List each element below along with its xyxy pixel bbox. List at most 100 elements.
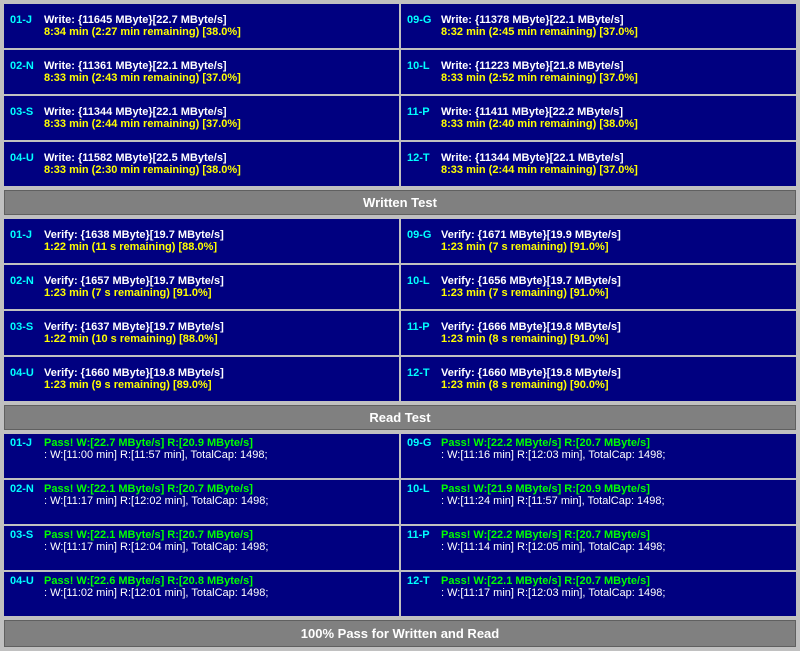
card-04u-pass: 04-U Pass! W:[22.6 MByte/s] R:[20.8 MByt… [4, 572, 399, 616]
pass-04u-line1: Pass! W:[22.6 MByte/s] R:[20.8 MByte/s] [44, 575, 253, 587]
card-03s-verify: 03-S Verify: {1637 MByte}[19.7 MByte/s] … [4, 311, 399, 355]
write-12t-line1: Write: {11344 MByte}[22.1 MByte/s] [441, 152, 624, 164]
card-10l-write: 10-L Write: {11223 MByte}[21.8 MByte/s] … [401, 50, 796, 94]
card-02n-pass: 02-N Pass! W:[22.1 MByte/s] R:[20.7 MByt… [4, 480, 399, 524]
verify-11p-line1: Verify: {1666 MByte}[19.8 MByte/s] [441, 321, 621, 333]
label-04u-p: 04-U [10, 575, 38, 587]
card-09g-write: 09-G Write: {11378 MByte}[22.1 MByte/s] … [401, 4, 796, 48]
card-11p-write: 11-P Write: {11411 MByte}[22.2 MByte/s] … [401, 96, 796, 140]
write-11p-line2: 8:33 min (2:40 min remaining) [38.0%] [441, 118, 790, 130]
card-03s-pass: 03-S Pass! W:[22.1 MByte/s] R:[20.7 MByt… [4, 526, 399, 570]
card-11p-pass: 11-P Pass! W:[22.2 MByte/s] R:[20.7 MByt… [401, 526, 796, 570]
pass-12t-line2: : W:[11:17 min] R:[12:03 min], TotalCap:… [441, 587, 790, 599]
write-04u-line2: 8:33 min (2:30 min remaining) [38.0%] [44, 164, 393, 176]
verify-11p-line2: 1:23 min (8 s remaining) [91.0%] [441, 333, 790, 345]
verify-09g-line2: 1:23 min (7 s remaining) [91.0%] [441, 241, 790, 253]
label-01j-p: 01-J [10, 437, 38, 449]
label-09g-p: 09-G [407, 437, 435, 449]
card-01j-verify: 01-J Verify: {1638 MByte}[19.7 MByte/s] … [4, 219, 399, 263]
read-test-header: Read Test [4, 405, 796, 430]
label-12t-v: 12-T [407, 367, 435, 379]
write-09g-line2: 8:32 min (2:45 min remaining) [37.0%] [441, 26, 790, 38]
card-01j-write: 01-J Write: {11645 MByte}[22.7 MByte/s] … [4, 4, 399, 48]
label-12t: 12-T [407, 152, 435, 164]
label-02n-p: 02-N [10, 483, 38, 495]
verify-04u-line2: 1:23 min (9 s remaining) [89.0%] [44, 379, 393, 391]
verify-10l-line1: Verify: {1656 MByte}[19.7 MByte/s] [441, 275, 621, 287]
verify-04u-line1: Verify: {1660 MByte}[19.8 MByte/s] [44, 367, 224, 379]
write-11p-line1: Write: {11411 MByte}[22.2 MByte/s] [441, 106, 623, 118]
verify-03s-line2: 1:22 min (10 s remaining) [88.0%] [44, 333, 393, 345]
label-11p-p: 11-P [407, 529, 435, 541]
write-10l-line1: Write: {11223 MByte}[21.8 MByte/s] [441, 60, 624, 72]
card-12t-verify: 12-T Verify: {1660 MByte}[19.8 MByte/s] … [401, 357, 796, 401]
verify-01j-line2: 1:22 min (11 s remaining) [88.0%] [44, 241, 393, 253]
card-09g-verify: 09-G Verify: {1671 MByte}[19.9 MByte/s] … [401, 219, 796, 263]
pass-04u-line2: : W:[11:02 min] R:[12:01 min], TotalCap:… [44, 587, 393, 599]
card-12t-pass: 12-T Pass! W:[22.1 MByte/s] R:[20.7 MByt… [401, 572, 796, 616]
pass-11p-line2: : W:[11:14 min] R:[12:05 min], TotalCap:… [441, 541, 790, 553]
pass-01j-line1: Pass! W:[22.7 MByte/s] R:[20.9 MByte/s] [44, 437, 253, 449]
write-02n-line1: Write: {11361 MByte}[22.1 MByte/s] [44, 60, 227, 72]
card-10l-verify: 10-L Verify: {1656 MByte}[19.7 MByte/s] … [401, 265, 796, 309]
verify-section-grid: 01-J Verify: {1638 MByte}[19.7 MByte/s] … [4, 219, 796, 401]
write-04u-line1: Write: {11582 MByte}[22.5 MByte/s] [44, 152, 227, 164]
verify-12t-line2: 1:23 min (8 s remaining) [90.0%] [441, 379, 790, 391]
pass-11p-line1: Pass! W:[22.2 MByte/s] R:[20.7 MByte/s] [441, 529, 650, 541]
verify-12t-line1: Verify: {1660 MByte}[19.8 MByte/s] [441, 367, 621, 379]
label-03s-p: 03-S [10, 529, 38, 541]
pass-10l-line1: Pass! W:[21.9 MByte/s] R:[20.9 MByte/s] [441, 483, 650, 495]
pass-03s-line2: : W:[11:17 min] R:[12:04 min], TotalCap:… [44, 541, 393, 553]
card-02n-verify: 02-N Verify: {1657 MByte}[19.7 MByte/s] … [4, 265, 399, 309]
card-11p-verify: 11-P Verify: {1666 MByte}[19.8 MByte/s] … [401, 311, 796, 355]
card-03s-write: 03-S Write: {11344 MByte}[22.1 MByte/s] … [4, 96, 399, 140]
card-10l-pass: 10-L Pass! W:[21.9 MByte/s] R:[20.9 MByt… [401, 480, 796, 524]
verify-02n-line1: Verify: {1657 MByte}[19.7 MByte/s] [44, 275, 224, 287]
verify-02n-line2: 1:23 min (7 s remaining) [91.0%] [44, 287, 393, 299]
label-12t-p: 12-T [407, 575, 435, 587]
written-test-header: Written Test [4, 190, 796, 215]
pass-09g-line2: : W:[11:16 min] R:[12:03 min], TotalCap:… [441, 449, 790, 461]
write-03s-line1: Write: {11344 MByte}[22.1 MByte/s] [44, 106, 227, 118]
card-09g-pass: 09-G Pass! W:[22.2 MByte/s] R:[20.7 MByt… [401, 434, 796, 478]
label-11p-v: 11-P [407, 321, 435, 333]
read-section-grid: 01-J Pass! W:[22.7 MByte/s] R:[20.9 MByt… [4, 434, 796, 616]
write-section-grid: 01-J Write: {11645 MByte}[22.7 MByte/s] … [4, 4, 796, 186]
verify-01j-line1: Verify: {1638 MByte}[19.7 MByte/s] [44, 229, 224, 241]
label-02n: 02-N [10, 60, 38, 72]
label-10l-v: 10-L [407, 275, 435, 287]
label-11p: 11-P [407, 106, 435, 118]
pass-02n-line2: : W:[11:17 min] R:[12:02 min], TotalCap:… [44, 495, 393, 507]
label-09g: 09-G [407, 14, 435, 26]
write-09g-line1: Write: {11378 MByte}[22.1 MByte/s] [441, 14, 624, 26]
label-04u-v: 04-U [10, 367, 38, 379]
label-03s: 03-S [10, 106, 38, 118]
label-03s-v: 03-S [10, 321, 38, 333]
write-02n-line2: 8:33 min (2:43 min remaining) [37.0%] [44, 72, 393, 84]
card-04u-write: 04-U Write: {11582 MByte}[22.5 MByte/s] … [4, 142, 399, 186]
pass-09g-line1: Pass! W:[22.2 MByte/s] R:[20.7 MByte/s] [441, 437, 650, 449]
pass-03s-line1: Pass! W:[22.1 MByte/s] R:[20.7 MByte/s] [44, 529, 253, 541]
pass-10l-line2: : W:[11:24 min] R:[11:57 min], TotalCap:… [441, 495, 790, 507]
write-10l-line2: 8:33 min (2:52 min remaining) [37.0%] [441, 72, 790, 84]
write-01j-line1: Write: {11645 MByte}[22.7 MByte/s] [44, 14, 227, 26]
pass-01j-line2: : W:[11:00 min] R:[11:57 min], TotalCap:… [44, 449, 393, 461]
card-04u-verify: 04-U Verify: {1660 MByte}[19.8 MByte/s] … [4, 357, 399, 401]
label-01j-v: 01-J [10, 229, 38, 241]
pass-02n-line1: Pass! W:[22.1 MByte/s] R:[20.7 MByte/s] [44, 483, 253, 495]
card-01j-pass: 01-J Pass! W:[22.7 MByte/s] R:[20.9 MByt… [4, 434, 399, 478]
label-04u: 04-U [10, 152, 38, 164]
verify-09g-line1: Verify: {1671 MByte}[19.9 MByte/s] [441, 229, 621, 241]
card-12t-write: 12-T Write: {11344 MByte}[22.1 MByte/s] … [401, 142, 796, 186]
label-02n-v: 02-N [10, 275, 38, 287]
label-10l: 10-L [407, 60, 435, 72]
label-01j: 01-J [10, 14, 38, 26]
write-01j-line2: 8:34 min (2:27 min remaining) [38.0%] [44, 26, 393, 38]
label-09g-v: 09-G [407, 229, 435, 241]
write-12t-line2: 8:33 min (2:44 min remaining) [37.0%] [441, 164, 790, 176]
label-10l-p: 10-L [407, 483, 435, 495]
write-03s-line2: 8:33 min (2:44 min remaining) [37.0%] [44, 118, 393, 130]
card-02n-write: 02-N Write: {11361 MByte}[22.1 MByte/s] … [4, 50, 399, 94]
pass-12t-line1: Pass! W:[22.1 MByte/s] R:[20.7 MByte/s] [441, 575, 650, 587]
main-container: 01-J Write: {11645 MByte}[22.7 MByte/s] … [0, 0, 800, 651]
